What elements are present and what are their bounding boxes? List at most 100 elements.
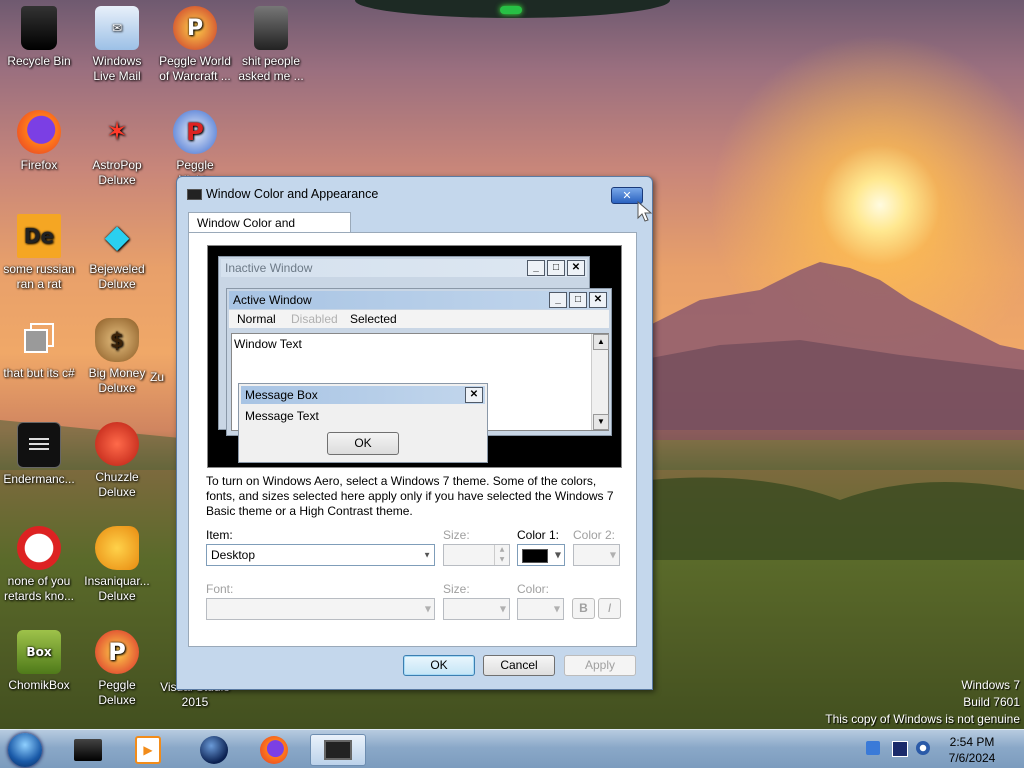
desktop-icon-label: that but its c# (3, 366, 75, 380)
bold-button[interactable]: B (572, 598, 595, 619)
size-label: Size: (443, 528, 470, 542)
start-button[interactable] (2, 733, 48, 767)
desktop-icon-windows-live-mail[interactable]: ✉ Windows Live Mail (80, 6, 154, 84)
desktop-icon-label: Peggle World of Warcraft ... (159, 54, 231, 83)
media-player-icon: ▶ (135, 736, 161, 764)
spinner-arrows-icon: ▲ ▼ (494, 545, 509, 565)
desktop-icon-peggle-deluxe[interactable]: P Peggle Deluxe (80, 630, 154, 708)
color1-picker[interactable]: ▼ (517, 544, 565, 566)
system-clock[interactable]: 2:54 PM 7/6/2024 (940, 734, 1004, 766)
desktop-icon-recycle-bin[interactable]: Recycle Bin (2, 6, 76, 69)
desktop-icon-label: Firefox (20, 158, 58, 172)
mouse-cursor-icon (637, 200, 653, 222)
item-dropdown[interactable]: Desktop ▼ (206, 544, 435, 566)
color1-swatch (522, 549, 548, 563)
desktop-icon-de-app[interactable]: De some russian ran a rat (2, 214, 76, 292)
color2-label: Color 2: (573, 528, 616, 542)
desktop-icon-label: Insaniquar... Deluxe (84, 574, 150, 603)
taskbar-firefox[interactable] (250, 734, 298, 766)
font-dropdown[interactable]: ▼ (206, 598, 435, 620)
desktop-icon-endermanch[interactable]: Endermanc... (2, 422, 76, 487)
active-window-title: Active Window (233, 293, 312, 307)
window-color-appearance-dialog: Window Color and Appearance ✕ Window Col… (176, 176, 653, 690)
desktop-icon-chuzzle[interactable]: Chuzzle Deluxe (80, 422, 154, 500)
aero-info-text: To turn on Windows Aero, select a Window… (206, 474, 614, 518)
money-bag-icon: $ (95, 318, 139, 362)
minimize-icon: _ (527, 260, 545, 276)
message-text: Message Text (245, 409, 319, 423)
watermark-line-3: This copy of Windows is not genuine (825, 712, 1020, 726)
desktop-icon-folder[interactable]: shit people asked me ... (234, 6, 308, 84)
preview-menu-bar: Normal Disabled Selected (229, 310, 609, 328)
black-box-app-icon (74, 739, 102, 761)
active-caption-buttons: _ □ ✕ (549, 292, 607, 308)
inactive-window-title: Inactive Window (225, 261, 313, 275)
cancel-button[interactable]: Cancel (483, 655, 555, 676)
font-color-label: Color: (517, 582, 550, 596)
size-spinner[interactable]: ▲ ▼ (443, 544, 510, 566)
color2-picker[interactable]: ▼ (573, 544, 620, 566)
minimize-icon: _ (549, 292, 567, 308)
font-label: Font: (206, 582, 234, 596)
windows-watermark: Windows 7 Build 7601 This copy of Window… (825, 677, 1020, 728)
windows-orb-icon (8, 733, 42, 767)
desktop-icon-label: Peggle Deluxe (98, 678, 136, 707)
ok-button[interactable]: OK (403, 655, 475, 676)
menu-normal: Normal (237, 312, 276, 326)
taskbar-app-1[interactable] (64, 734, 112, 766)
chuzzle-icon (95, 422, 139, 466)
peggle-nights-icon: P (173, 110, 217, 154)
firefox-icon (260, 736, 288, 764)
desktop-icon-label: AstroPop Deluxe (92, 158, 142, 187)
scroll-down-icon: ▼ (593, 414, 609, 430)
network-icon[interactable] (892, 741, 908, 757)
dragon-icon (17, 526, 61, 570)
desktop-icon-label: none of you retards kno... (3, 574, 75, 603)
desktop-icon-label: Windows Live Mail (92, 54, 142, 83)
chevron-down-icon: ▼ (424, 604, 431, 614)
italic-button[interactable]: I (598, 598, 621, 619)
inactive-caption-buttons: _ □ ✕ (527, 260, 585, 276)
peggle-icon: P (173, 6, 217, 50)
desktop-icon-big-money[interactable]: $ Big Money Deluxe (80, 318, 154, 396)
chevron-down-icon: ▼ (499, 604, 506, 614)
taskbar-app-3[interactable] (190, 734, 238, 766)
taskbar-app-2[interactable]: ▶ (124, 734, 172, 766)
desktop-icon-astropop[interactable]: ✶ AstroPop Deluxe (80, 110, 154, 188)
color1-label: Color 1: (517, 528, 560, 542)
clock-date: 7/6/2024 (948, 751, 996, 765)
tab-window-color-appearance[interactable]: Window Color and Appearance (188, 212, 351, 250)
tray-app-icon[interactable] (866, 741, 880, 755)
close-icon: ✕ (589, 292, 607, 308)
folder-icon (254, 6, 288, 50)
gadget-indicator (500, 6, 522, 14)
chevron-down-icon: ▼ (609, 550, 616, 560)
desktop-icon-firefox[interactable]: Firefox (2, 110, 76, 173)
dialog-titlebar[interactable]: Window Color and Appearance ✕ (177, 177, 652, 209)
terminal-icon (17, 422, 61, 468)
taskbar-display-settings[interactable] (310, 734, 366, 766)
desktop-icon-peggle-wow[interactable]: P Peggle World of Warcraft ... (158, 6, 232, 84)
menu-selected: Selected (350, 312, 397, 326)
window-text: Window Text (234, 337, 302, 351)
apply-button[interactable]: Apply (564, 655, 636, 676)
desktop-icon-window-stack[interactable]: that but its c# (2, 318, 76, 381)
preview-message-box: Message Box ✕ Message Text OK (238, 383, 488, 463)
desktop-icon-label: shit people asked me ... (238, 54, 304, 83)
peggle-deluxe-icon: P (95, 630, 139, 674)
desktop-icon-label: Chuzzle Deluxe (95, 470, 139, 499)
desktop-icon-dragon[interactable]: none of you retards kno... (2, 526, 76, 604)
appearance-preview[interactable]: Inactive Window _ □ ✕ Active Window _ □ … (207, 245, 622, 468)
desktop-icon-label: Big Money Deluxe (88, 366, 146, 395)
maximize-icon: □ (569, 292, 587, 308)
menu-disabled: Disabled (291, 312, 338, 326)
font-size-dropdown[interactable]: ▼ (443, 598, 510, 620)
clock-time: 2:54 PM (949, 735, 995, 749)
firefox-icon (17, 110, 61, 154)
volume-icon[interactable] (916, 741, 930, 755)
desktop-icon-bejeweled[interactable]: ◆ Bejeweled Deluxe (80, 214, 154, 292)
desktop-icon-chomikbox[interactable]: Box ChomikBox (2, 630, 76, 693)
font-color-picker[interactable]: ▼ (517, 598, 564, 620)
desktop-icon-insaniquarium[interactable]: Insaniquar... Deluxe (80, 526, 154, 604)
dialog-title: Window Color and Appearance (206, 187, 379, 201)
